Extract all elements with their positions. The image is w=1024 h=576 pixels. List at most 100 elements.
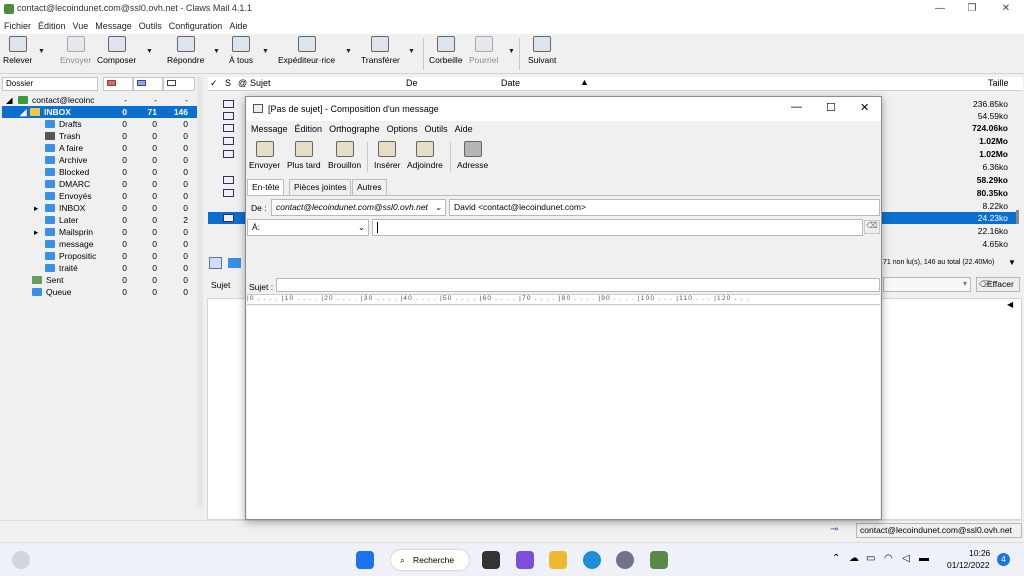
subject-field[interactable]: [276, 278, 880, 292]
reply-sender-dropdown-arrow[interactable]: ▼: [345, 48, 352, 55]
close-button[interactable]: ✕: [990, 0, 1022, 18]
composer-button[interactable]: Composer: [97, 36, 136, 65]
transferer-dropdown-arrow[interactable]: ▼: [408, 48, 415, 55]
network-icon[interactable]: ▭: [866, 553, 875, 564]
message-list-scrollbar[interactable]: [1016, 210, 1019, 224]
folder-row[interactable]: Envoyés 0 0 0: [2, 190, 197, 202]
reply-sender-button[interactable]: Expéditeur·rice: [278, 36, 335, 65]
relever-button[interactable]: Relever: [3, 36, 32, 65]
folder-row[interactable]: ▸ Mailsprin 0 0 0: [2, 226, 197, 238]
edge-browser-icon[interactable]: [583, 551, 601, 569]
transferer-button[interactable]: Transférer: [361, 36, 400, 65]
maximize-button[interactable]: ❐: [956, 0, 988, 18]
folder-row-inbox[interactable]: ◢ INBOX 0 71 146: [2, 106, 197, 118]
folder-row[interactable]: A faire 0 0 0: [2, 142, 197, 154]
total-column-header[interactable]: [163, 77, 195, 91]
menu-message[interactable]: Message: [95, 18, 132, 34]
repondre-dropdown-arrow[interactable]: ▼: [213, 48, 220, 55]
chevron-up-icon[interactable]: ⌃: [832, 553, 840, 564]
chat-icon[interactable]: [516, 551, 534, 569]
menu-outils[interactable]: Outils: [139, 18, 162, 34]
menu-aide[interactable]: Aide: [229, 18, 247, 34]
compose-close-button[interactable]: ✕: [860, 101, 869, 114]
compose-maximize-button[interactable]: ☐: [826, 101, 836, 114]
compose-menu-outils[interactable]: Outils: [425, 121, 448, 137]
repondre-button[interactable]: Répondre: [167, 36, 204, 65]
draft-button[interactable]: Brouillon: [328, 141, 361, 170]
compose-send-button[interactable]: Envoyer: [249, 141, 280, 170]
status-column-header[interactable]: S: [225, 78, 231, 88]
envoyer-button[interactable]: Envoyer: [60, 36, 91, 65]
menu-configuration[interactable]: Configuration: [169, 18, 223, 34]
insert-button[interactable]: Insérer: [374, 141, 400, 170]
taskbar-search[interactable]: ⌕ Recherche: [390, 549, 470, 571]
compose-menu-message[interactable]: Message: [251, 121, 288, 137]
wifi-icon[interactable]: ◠: [884, 553, 893, 564]
expander-icon[interactable]: ▸: [34, 202, 38, 214]
relever-dropdown-arrow[interactable]: ▼: [38, 48, 45, 55]
composer-dropdown-arrow[interactable]: ▼: [146, 48, 153, 55]
new-mail-column-header[interactable]: [103, 77, 133, 91]
clear-search-button[interactable]: ⌫ Effacer: [976, 277, 1020, 292]
tab-autres[interactable]: Autres: [352, 179, 387, 196]
search-type-label[interactable]: Sujet: [211, 280, 230, 290]
folder-row[interactable]: Sent 0 0 0: [2, 274, 197, 286]
reply-all-dropdown-arrow[interactable]: ▼: [262, 48, 269, 55]
folder-row[interactable]: Propositic 0 0 0: [2, 250, 197, 262]
message-body-editor[interactable]: [247, 306, 880, 519]
expander-icon[interactable]: ◢: [6, 94, 13, 106]
menu-edition[interactable]: Édition: [38, 18, 66, 34]
windows-start-icon[interactable]: [356, 551, 374, 569]
widgets-icon[interactable]: [12, 551, 30, 569]
chevron-down-icon[interactable]: ▾: [963, 279, 967, 288]
compose-menu-edition[interactable]: Édition: [295, 121, 323, 137]
subject-column-header[interactable]: Sujet: [250, 78, 271, 88]
send-later-button[interactable]: Plus tard: [287, 141, 321, 170]
corbeille-button[interactable]: Corbeille: [429, 36, 463, 65]
folder-row[interactable]: Blocked 0 0 0: [2, 166, 197, 178]
battery-icon[interactable]: ▬: [919, 553, 929, 564]
tab-pieces-jointes[interactable]: Pièces jointes: [289, 179, 352, 196]
minimize-button[interactable]: —: [924, 0, 956, 18]
expander-icon[interactable]: ◢: [20, 106, 27, 118]
preview-arrow-icon[interactable]: ◀: [1007, 300, 1013, 309]
from-field[interactable]: David <contact@lecoindunet.com>: [449, 199, 880, 216]
compose-menu-aide[interactable]: Aide: [455, 121, 473, 137]
check-column-header[interactable]: ✓: [210, 78, 218, 89]
task-view-icon[interactable]: [482, 551, 500, 569]
folder-row[interactable]: ▸ INBOX 0 0 0: [2, 202, 197, 214]
tab-entete[interactable]: En-tête: [247, 179, 285, 196]
pourriel-button[interactable]: Pourriel: [469, 36, 498, 65]
from-account-select[interactable]: contact@lecoindunet.com@ssl0.ovh.net ⌄: [271, 199, 446, 216]
attach-button[interactable]: Adjoindre: [407, 141, 443, 170]
compose-menu-options[interactable]: Options: [387, 121, 418, 137]
account-status[interactable]: contact@lecoindunet.com@ssl0.ovh.net: [856, 523, 1022, 538]
remove-recipient-button[interactable]: ⌫: [864, 220, 880, 234]
claws-mail-taskbar-icon[interactable]: [650, 551, 668, 569]
menu-fichier[interactable]: Fichier: [4, 18, 31, 34]
unread-column-header[interactable]: [133, 77, 163, 91]
folder-row[interactable]: Queue 0 0 0: [2, 286, 197, 298]
search-input-tail[interactable]: ▾: [883, 277, 971, 292]
folder-pane-scrollbar[interactable]: [197, 77, 203, 507]
clock-date[interactable]: 01/12/2022: [947, 560, 990, 570]
folder-row[interactable]: Archive 0 0 0: [2, 154, 197, 166]
folder-row[interactable]: message 0 0 0: [2, 238, 197, 250]
to-field[interactable]: [372, 219, 863, 236]
cloud-icon[interactable]: ☁: [849, 553, 859, 564]
folder-row[interactable]: Drafts 0 0 0: [2, 118, 197, 130]
settings-gear-icon[interactable]: [616, 551, 634, 569]
folder-column-header[interactable]: Dossier: [2, 77, 98, 91]
pourriel-dropdown-arrow[interactable]: ▼: [508, 48, 515, 55]
reply-all-button[interactable]: À tous: [229, 36, 253, 65]
menu-vue[interactable]: Vue: [73, 18, 89, 34]
address-book-button[interactable]: Adresse: [457, 141, 488, 170]
attachment-column-header[interactable]: @: [238, 78, 247, 88]
folder-row[interactable]: traité 0 0 0: [2, 262, 197, 274]
file-explorer-icon[interactable]: [549, 551, 567, 569]
folder-icon[interactable]: [228, 258, 241, 268]
expander-icon[interactable]: ▸: [34, 226, 38, 238]
collapse-arrow-icon[interactable]: ▼: [1008, 258, 1016, 267]
search-icon[interactable]: [209, 257, 222, 269]
from-column-header[interactable]: De: [406, 78, 418, 88]
